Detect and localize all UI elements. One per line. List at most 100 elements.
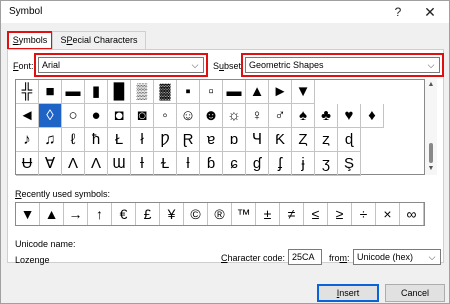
recent-symbol-cell[interactable]: ▼ xyxy=(16,203,40,225)
symbol-cell[interactable]: █ xyxy=(108,80,131,104)
from-dropdown[interactable]: Unicode (hex) ⌵ xyxy=(353,249,441,265)
symbol-cell[interactable]: ◄ xyxy=(16,104,39,128)
symbol-cell[interactable]: ▼ xyxy=(292,80,315,104)
recent-symbol-cell[interactable]: € xyxy=(112,203,136,225)
symbol-cell[interactable]: Ɽ xyxy=(177,128,200,152)
symbol-cell[interactable]: Ʌ xyxy=(85,152,108,176)
from-label-text: : xyxy=(347,253,350,263)
insert-button[interactable]: Insert xyxy=(317,284,379,302)
symbol-cell[interactable]: ▮ xyxy=(85,80,108,104)
chevron-down-icon: ⌵ xyxy=(427,60,435,70)
symbol-cell[interactable]: ʒ xyxy=(315,152,338,176)
symbol-cell[interactable]: ♣ xyxy=(315,104,338,128)
symbol-cell[interactable]: ɒ xyxy=(223,128,246,152)
symbol-cell[interactable]: ł xyxy=(131,128,154,152)
symbol-cell[interactable]: ☻ xyxy=(200,104,223,128)
symbol-cell[interactable]: Ʉ xyxy=(16,152,39,176)
symbol-cell[interactable]: ɠ xyxy=(246,152,269,176)
font-value: Arial xyxy=(42,60,61,70)
symbol-cell[interactable]: ♦ xyxy=(361,104,384,128)
tab-symbols-label: ymbols xyxy=(18,35,48,45)
symbol-cell[interactable]: ▬ xyxy=(62,80,85,104)
symbol-cell[interactable]: Ȥ xyxy=(292,128,315,152)
symbol-cell[interactable]: ► xyxy=(269,80,292,104)
character-code-input[interactable]: 25CA xyxy=(288,249,322,265)
symbol-cell[interactable]: ○ xyxy=(62,104,85,128)
subset-dropdown[interactable]: Geometric Shapes ⌵ xyxy=(241,53,444,77)
symbol-cell[interactable]: ▒ xyxy=(131,80,154,104)
close-button[interactable]: ✕ xyxy=(417,3,443,21)
symbol-cell[interactable]: ♫ xyxy=(39,128,62,152)
symbol-cell[interactable]: ɐ xyxy=(200,128,223,152)
symbol-cell[interactable]: ▫ xyxy=(200,80,223,104)
symbol-cell[interactable]: Ƿ xyxy=(154,128,177,152)
grid-scrollbar[interactable]: ▲ ▼ xyxy=(425,79,437,175)
help-button[interactable]: ? xyxy=(385,3,411,21)
symbol-cell[interactable]: ▓ xyxy=(154,80,177,104)
recent-symbol-cell[interactable]: × xyxy=(376,203,400,225)
symbol-cell[interactable]: ♥ xyxy=(338,104,361,128)
recent-symbol-cell[interactable]: ∞ xyxy=(400,203,424,225)
symbol-cell[interactable]: ♠ xyxy=(292,104,315,128)
recent-symbol-cell[interactable]: ® xyxy=(208,203,232,225)
recent-symbol-cell[interactable]: ± xyxy=(256,203,280,225)
scrollbar-thumb[interactable] xyxy=(429,143,433,163)
recent-symbol-cell[interactable]: ≥ xyxy=(328,203,352,225)
recent-symbol-cell[interactable]: © xyxy=(184,203,208,225)
symbol-cell[interactable]: ɖ xyxy=(338,128,361,152)
scroll-down-icon[interactable]: ▼ xyxy=(425,163,437,175)
symbol-cell[interactable]: ◦ xyxy=(154,104,177,128)
recent-symbol-cell[interactable]: ™ xyxy=(232,203,256,225)
symbol-cell[interactable]: ɓ xyxy=(200,152,223,176)
recently-used-text: ecently used symbols: xyxy=(21,189,111,199)
symbol-cell[interactable]: ▬ xyxy=(223,80,246,104)
symbol-cell[interactable]: Ʌ xyxy=(62,152,85,176)
recent-symbol-cell[interactable]: £ xyxy=(136,203,160,225)
symbol-cell[interactable]: ☺ xyxy=(177,104,200,128)
symbol-cell[interactable]: ℓ xyxy=(62,128,85,152)
tab-symbols[interactable]: Symbols xyxy=(7,31,53,50)
symbol-cell[interactable]: ƚ xyxy=(177,152,200,176)
symbol-cell[interactable]: Ƙ xyxy=(269,128,292,152)
symbol-cell[interactable]: ▪ xyxy=(177,80,200,104)
symbol-cell[interactable]: ◊ xyxy=(39,104,62,128)
symbol-cell[interactable]: ʄ xyxy=(269,152,292,176)
from-label: from: xyxy=(329,253,350,263)
symbol-cell[interactable]: ◙ xyxy=(131,104,154,128)
symbol-cell[interactable]: Ɫ xyxy=(154,152,177,176)
symbol-cell[interactable]: Ɨ xyxy=(131,152,154,176)
recent-symbol-cell[interactable]: ≠ xyxy=(280,203,304,225)
symbol-cell[interactable]: ħ xyxy=(85,128,108,152)
tab-special-characters[interactable]: SPecial Characters xyxy=(52,31,146,49)
font-label: Font: xyxy=(13,61,34,71)
symbol-cell[interactable]: ╬ xyxy=(16,80,39,104)
symbol-cell[interactable]: ■ xyxy=(39,80,62,104)
scroll-up-icon[interactable]: ▲ xyxy=(425,79,437,91)
symbol-cell[interactable]: ɉ xyxy=(292,152,315,176)
recent-symbol-cell[interactable]: → xyxy=(64,203,88,225)
insert-label: nsert xyxy=(339,288,360,298)
symbol-cell[interactable]: ▲ xyxy=(246,80,269,104)
recent-symbol-cell[interactable]: ↑ xyxy=(88,203,112,225)
subset-value: Geometric Shapes xyxy=(249,60,324,70)
recent-symbol-cell[interactable]: ÷ xyxy=(352,203,376,225)
symbol-cell[interactable]: ♪ xyxy=(16,128,39,152)
symbol-cell[interactable]: Ɯ xyxy=(108,152,131,176)
recent-symbol-cell[interactable]: ▲ xyxy=(40,203,64,225)
symbol-cell[interactable]: ♂ xyxy=(269,104,292,128)
symbol-cell[interactable]: ◘ xyxy=(108,104,131,128)
recent-symbol-cell[interactable]: ≤ xyxy=(304,203,328,225)
symbol-cell[interactable]: Ɐ xyxy=(39,152,62,176)
recent-symbol-cell[interactable]: ¥ xyxy=(160,203,184,225)
symbol-cell[interactable]: Ş xyxy=(338,152,361,176)
symbol-cell[interactable]: ● xyxy=(85,104,108,128)
symbol-cell[interactable]: ☼ xyxy=(223,104,246,128)
symbol-cell[interactable]: Ɥ xyxy=(246,128,269,152)
symbol-grid: ╬ ■ ▬ ▮ █ ▒ ▓ ▪ ▫ ▬ ▲ ► ▼ ◄ ◊ ○ ● ◘ ◙ ◦ ☺ ☻ ☼ ♀ ♂ ♠ ♣ ♥ ♦ ♪ ♫ ℓ ħ Łł Ƿ Ɽɐ ɒ Ɥ… xyxy=(15,79,425,176)
symbol-cell[interactable]: ȥ xyxy=(315,128,338,152)
cancel-button[interactable]: Cancel xyxy=(385,284,445,302)
font-dropdown[interactable]: Arial ⌵ xyxy=(34,53,208,77)
symbol-cell[interactable]: ♀ xyxy=(246,104,269,128)
symbol-cell[interactable]: ɕ xyxy=(223,152,246,176)
symbol-cell[interactable]: Ł xyxy=(108,128,131,152)
